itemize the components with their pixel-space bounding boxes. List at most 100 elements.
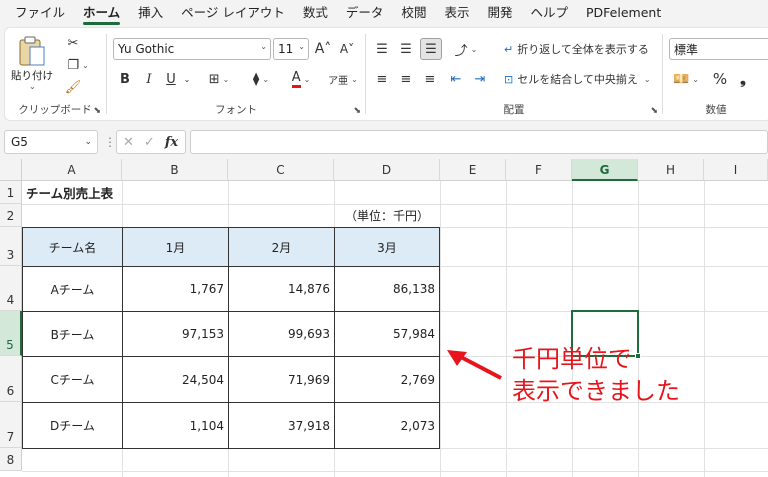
table-header-jan[interactable]: 1月 [122,227,229,267]
formula-input[interactable] [190,130,768,154]
select-all-corner[interactable] [0,159,22,181]
row-header-1[interactable]: 1 [0,181,22,204]
table-cell-value[interactable]: 14,876 [228,266,335,312]
align-center-button[interactable]: ≡ [396,68,416,90]
format-painter-button[interactable]: 🖌 [63,78,83,96]
dialog-launcher-icon[interactable]: ⬊ [650,106,658,116]
table-cell-team[interactable]: Dチーム [22,402,123,449]
cut-button[interactable]: ✂ [63,34,83,52]
orientation-button[interactable]: ⤴ ⌄ [448,38,484,60]
column-header-a[interactable]: A [22,159,122,181]
row-header-2[interactable]: 2 [0,204,22,227]
increase-font-size-button[interactable]: A˄ [313,38,333,60]
italic-button[interactable]: I [139,68,159,90]
table-header-team[interactable]: チーム名 [22,227,123,267]
dialog-launcher-icon[interactable]: ⬊ [353,106,361,116]
tab-help[interactable]: ヘルプ [521,0,577,26]
chevron-down-icon: ⌄ [262,74,270,84]
wrap-text-button[interactable]: ↵ 折り返して全体を表示する [504,38,654,60]
decrease-font-size-button[interactable]: A˅ [337,38,357,60]
annotation-line-1: 千円単位で [512,345,632,373]
tab-home[interactable]: ホーム [74,0,129,26]
tab-review[interactable]: 校閲 [392,0,435,26]
table-cell-value[interactable]: 1,104 [122,402,229,449]
number-group: 標準 💴 ⌄ % ❟ 数値 [663,28,768,120]
align-right-button[interactable]: ≡ [420,68,440,90]
percent-style-button[interactable]: % [711,68,729,90]
tab-page-layout[interactable]: ページ レイアウト [172,0,294,26]
align-center-icon: ≡ [400,71,412,87]
align-top-button[interactable]: ☰ [372,38,392,60]
paste-chevron-icon[interactable]: ⌄ [29,82,36,91]
table-cell-value[interactable]: 1,767 [122,266,229,312]
row-header-4[interactable]: 4 [0,266,22,311]
table-cell-value[interactable]: 37,918 [228,402,335,449]
align-left-button[interactable]: ≡ [372,68,392,90]
column-header-f[interactable]: F [506,159,572,181]
row-header-3[interactable]: 3 [0,227,22,266]
table-cell-value[interactable]: 86,138 [334,266,440,312]
tab-developer[interactable]: 開発 [478,0,521,26]
sheet-title[interactable]: チーム別売上表 [26,181,226,204]
table-cell-team[interactable]: Aチーム [22,266,123,312]
dialog-launcher-icon[interactable]: ⬊ [93,106,101,116]
column-header-b[interactable]: B [122,159,228,181]
font-name-dropdown[interactable]: Yu Gothic ⌄ [113,38,271,60]
chevron-down-icon: ⌄ [84,137,92,147]
decrease-indent-button[interactable]: ⇤ [446,68,466,90]
table-cell-value[interactable]: 2,073 [334,402,440,449]
table-cell-team[interactable]: Cチーム [22,356,123,403]
merge-center-button[interactable]: ⊡ セルを結合して中央揃え ⌄ [504,68,654,90]
accounting-format-button[interactable]: 💴 ⌄ [671,68,701,90]
table-cell-value[interactable]: 97,153 [122,311,229,357]
column-header-e[interactable]: E [440,159,506,181]
brush-icon: 🖌 [64,79,82,95]
insert-function-button[interactable]: fx [165,135,178,150]
name-box[interactable]: G5 ⌄ [4,130,98,154]
underline-chevron-icon[interactable]: ⌄ [181,68,193,90]
phonetic-guide-button[interactable]: ア亜 ⌄ [325,68,361,90]
tab-data[interactable]: データ [337,0,393,26]
borders-button[interactable]: ⊞ ⌄ [201,68,237,90]
table-cell-team[interactable]: Bチーム [22,311,123,357]
alignment-group-label: 配置 [503,104,525,116]
table-header-feb[interactable]: 2月 [228,227,335,267]
row-header-6[interactable]: 6 [0,356,22,402]
column-header-c[interactable]: C [228,159,334,181]
table-cell-value[interactable]: 2,769 [334,356,440,403]
table-cell-value[interactable]: 71,969 [228,356,335,403]
table-header-mar[interactable]: 3月 [334,227,440,267]
tab-insert[interactable]: 挿入 [129,0,172,26]
font-color-button[interactable]: A ⌄ [283,68,319,90]
row-header-5[interactable]: 5 [0,311,22,356]
tab-formulas[interactable]: 数式 [294,0,337,26]
cancel-icon[interactable]: ✕ [123,135,134,150]
column-header-d[interactable]: D [334,159,440,181]
fill-color-button[interactable]: ⧫ ⌄ [243,68,279,90]
row-header-8[interactable]: 8 [0,448,22,471]
paste-button[interactable] [15,34,49,68]
table-cell-value[interactable]: 24,504 [122,356,229,403]
underline-button[interactable]: U [161,68,181,90]
font-size-dropdown[interactable]: 11 ⌄ [273,38,309,60]
align-bottom-button[interactable]: ☰ [420,38,442,60]
table-cell-value[interactable]: 57,984 [334,311,440,357]
tab-file[interactable]: ファイル [6,0,74,26]
more-options-icon[interactable]: ⋮ [104,135,116,149]
copy-button[interactable]: ❐ ⌄ [61,56,95,74]
font-grow-icon: A˄ [314,41,332,57]
column-header-i[interactable]: I [704,159,768,181]
tab-view[interactable]: 表示 [435,0,478,26]
align-middle-button[interactable]: ☰ [396,38,416,60]
number-format-dropdown[interactable]: 標準 [669,38,768,60]
increase-indent-button[interactable]: ⇥ [470,68,490,90]
table-cell-value[interactable]: 99,693 [228,311,335,357]
bold-button[interactable]: B [115,68,135,90]
unit-note[interactable]: （単位：千円） [334,204,440,227]
comma-style-button[interactable]: ❟ [735,68,751,90]
column-header-h[interactable]: H [638,159,704,181]
row-header-7[interactable]: 7 [0,402,22,448]
enter-icon[interactable]: ✓ [144,135,155,150]
tab-pdfelement[interactable]: PDFelement [577,0,670,26]
column-header-g[interactable]: G [572,159,638,181]
